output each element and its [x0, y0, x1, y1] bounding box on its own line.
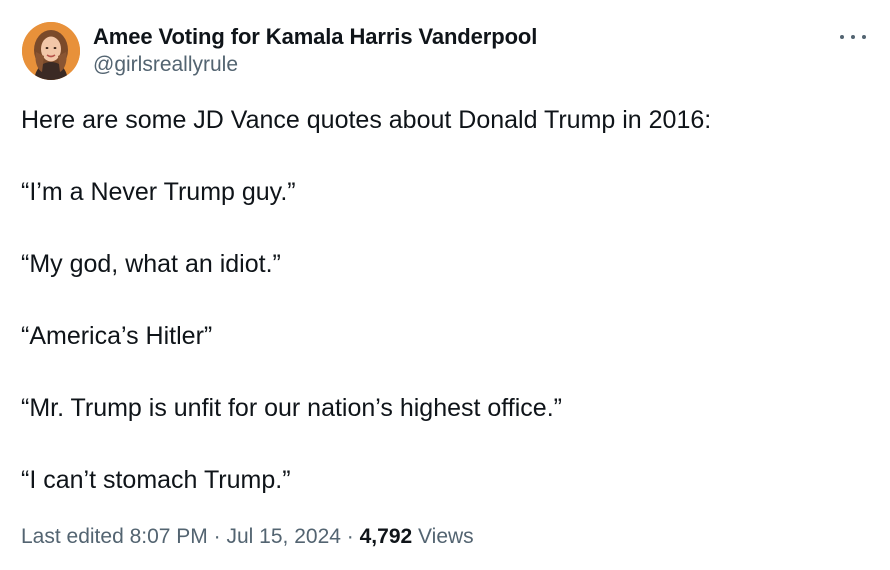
tweet-header: Amee Voting for Kamala Harris Vanderpool…: [22, 22, 537, 82]
author-names: Amee Voting for Kamala Harris Vanderpool…: [93, 23, 537, 79]
tweet-time[interactable]: 8:07 PM: [130, 525, 208, 548]
more-dot: [851, 35, 855, 39]
edited-label[interactable]: Last edited: [21, 525, 124, 548]
more-horizontal-icon[interactable]: [840, 26, 866, 48]
meta-separator: ·: [213, 525, 221, 548]
tweet-paragraph: “I can’t stomach Trump.”: [21, 466, 291, 494]
author-display-name[interactable]: Amee Voting for Kamala Harris Vanderpool: [93, 23, 537, 51]
meta-separator: ·: [346, 525, 354, 548]
author-handle[interactable]: @girlsreallyrule: [93, 51, 537, 79]
tweet-paragraph: Here are some JD Vance quotes about Dona…: [21, 106, 712, 134]
avatar[interactable]: [22, 22, 80, 80]
tweet-paragraph: “America’s Hitler”: [21, 322, 213, 350]
more-dot: [840, 35, 844, 39]
tweet-meta: Last edited 8:07 PM · Jul 15, 2024 · 4,7…: [21, 522, 474, 552]
tweet-text: Here are some JD Vance quotes about Dona…: [21, 102, 871, 534]
views-count[interactable]: 4,792: [360, 525, 413, 548]
tweet-paragraph: “Mr. Trump is unfit for our nation’s hig…: [21, 394, 562, 422]
views-label: Views: [418, 525, 474, 548]
more-dot: [862, 35, 866, 39]
tweet-paragraph: “I’m a Never Trump guy.”: [21, 178, 296, 206]
tweet-paragraph: “My god, what an idiot.”: [21, 250, 281, 278]
tweet-card: Amee Voting for Kamala Harris Vanderpool…: [0, 0, 890, 570]
tweet-date[interactable]: Jul 15, 2024: [227, 525, 341, 548]
avatar-image: [22, 22, 80, 80]
